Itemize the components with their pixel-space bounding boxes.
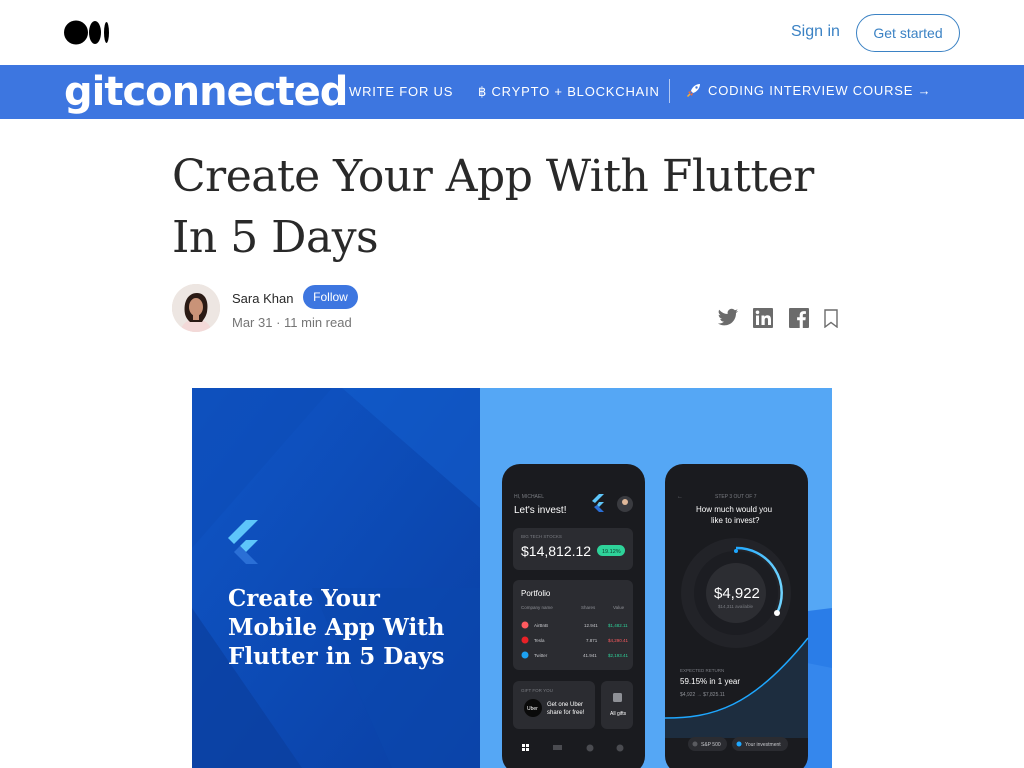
svg-text:Twitter: Twitter — [534, 653, 548, 658]
nav-coding-label: CODING INTERVIEW COURSE → — [708, 82, 932, 98]
svg-text:STEP 3 OUT OF 7: STEP 3 OUT OF 7 — [715, 494, 757, 500]
svg-text:$1,482.11: $1,482.11 — [608, 623, 628, 628]
hero-headline-2: Mobile App With — [228, 614, 445, 641]
medium-logo-icon[interactable] — [64, 20, 110, 45]
publication-logo[interactable]: gitconnected — [64, 69, 348, 115]
svg-text:HI, MICHAEL: HI, MICHAEL — [514, 494, 544, 500]
svg-text:41.941: 41.941 — [583, 653, 597, 658]
hero-image: Create Your Mobile App With Flutter in 5… — [192, 388, 832, 768]
svg-text:All gifts: All gifts — [610, 711, 627, 717]
author-avatar[interactable] — [172, 284, 220, 332]
svg-text:12.941: 12.941 — [584, 623, 598, 628]
svg-text:19.12%: 19.12% — [602, 549, 621, 555]
svg-text:Get one Uber: Get one Uber — [547, 702, 583, 708]
svg-text:$2,193.41: $2,193.41 — [608, 653, 629, 658]
svg-text:Your investment: Your investment — [745, 742, 781, 748]
hero-headline-3: Flutter in 5 Days — [228, 643, 444, 670]
bookmark-icon[interactable] — [824, 309, 838, 328]
svg-text:Uber: Uber — [527, 706, 538, 712]
svg-text:$4,922: $4,922 — [714, 585, 760, 602]
nav-divider — [669, 79, 670, 103]
svg-text:Value: Value — [613, 605, 625, 610]
svg-text:share for free!: share for free! — [547, 710, 585, 716]
svg-text:like to invest?: like to invest? — [711, 516, 760, 525]
article-meta: Mar 31 · 11 min read — [232, 315, 352, 330]
svg-text:Portfolio: Portfolio — [521, 589, 551, 598]
svg-text:GIFT FOR YOU: GIFT FOR YOU — [521, 688, 553, 693]
svg-text:EXPECTED RETURN: EXPECTED RETURN — [680, 668, 724, 673]
top-bar: Sign in Get started — [0, 0, 1024, 65]
svg-text:7.871: 7.871 — [586, 638, 598, 643]
phone-mockup-2: ← STEP 3 OUT OF 7 How much would you lik… — [664, 464, 809, 768]
svg-text:BIG TECH STOCKS: BIG TECH STOCKS — [521, 534, 562, 539]
svg-text:$14,812.12: $14,812.12 — [521, 543, 591, 559]
nav-coding-interview-course[interactable]: CODING INTERVIEW COURSE → — [686, 82, 931, 98]
svg-text:$14,311 available: $14,311 available — [718, 604, 753, 609]
publication-nav: gitconnected WRITE FOR US ฿ CRYPTO + BLO… — [0, 65, 1024, 119]
follow-button[interactable]: Follow — [303, 285, 358, 309]
get-started-button[interactable]: Get started — [856, 14, 960, 52]
nav-write-for-us[interactable]: WRITE FOR US — [349, 84, 453, 99]
sign-in-link[interactable]: Sign in — [791, 23, 840, 41]
svg-text:59.15% in 1 year: 59.15% in 1 year — [680, 677, 740, 686]
svg-text:AirBnB: AirBnB — [534, 623, 548, 628]
svg-text:$4,290.41: $4,290.41 — [608, 638, 629, 643]
article-title: Create Your App With Flutter In 5 Days — [172, 151, 814, 263]
hero-headline-1: Create Your — [228, 585, 381, 612]
facebook-icon[interactable] — [788, 308, 810, 328]
svg-text:Company name: Company name — [521, 605, 553, 610]
svg-text:Tesla: Tesla — [534, 638, 545, 643]
author-name[interactable]: Sara Khan — [232, 291, 293, 306]
rocket-icon — [686, 84, 700, 98]
svg-text:$4,922 → $7,825.11: $4,922 → $7,825.11 — [680, 692, 725, 698]
phone-mockup-1: HI, MICHAEL Let's invest! BIG TECH STOCK… — [502, 464, 645, 768]
linkedin-icon[interactable] — [752, 308, 774, 328]
svg-text:S&P 500: S&P 500 — [701, 742, 721, 748]
svg-text:How much would you: How much would you — [696, 505, 772, 514]
svg-text:Shares: Shares — [581, 605, 596, 610]
nav-crypto-blockchain[interactable]: ฿ CRYPTO + BLOCKCHAIN — [478, 84, 660, 100]
svg-text:←: ← — [677, 494, 683, 500]
twitter-icon[interactable] — [717, 308, 739, 328]
svg-text:Let's invest!: Let's invest! — [514, 505, 567, 516]
